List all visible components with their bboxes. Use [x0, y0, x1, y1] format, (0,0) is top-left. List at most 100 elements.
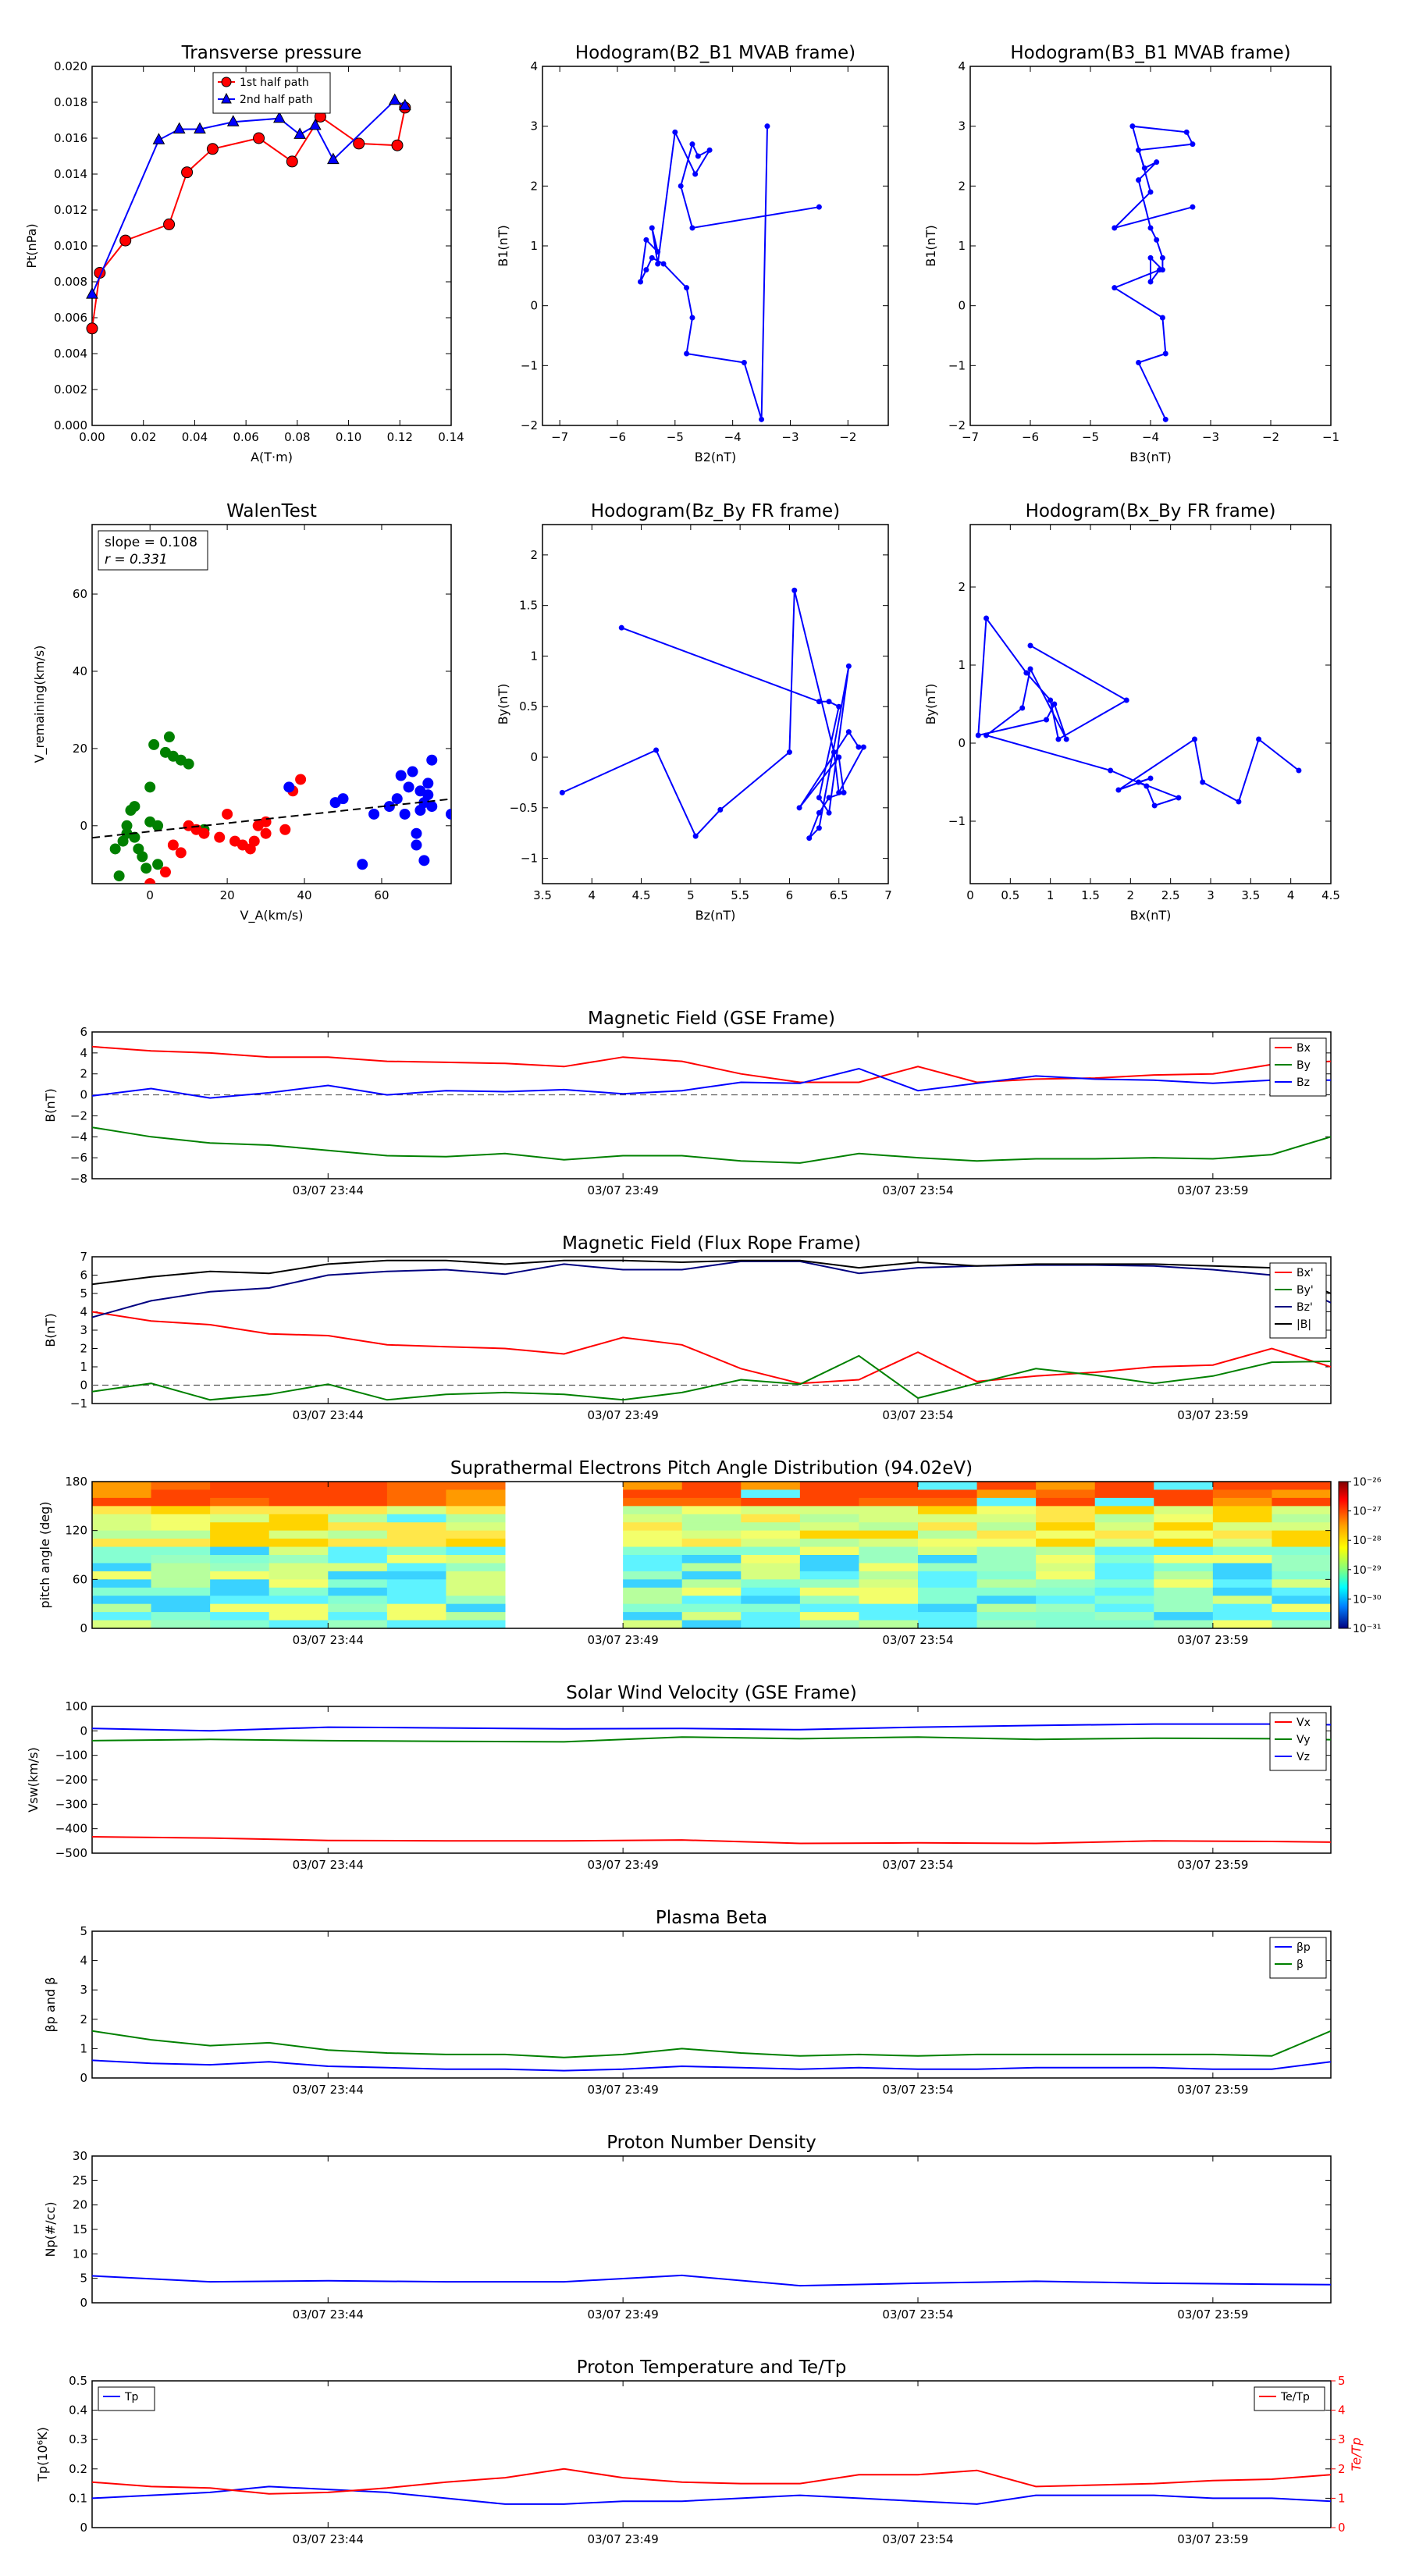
legend-label: Bz — [1297, 1076, 1310, 1089]
heatmap-cell — [446, 1497, 506, 1507]
data-point — [1147, 279, 1154, 285]
y-tick-label: 0.014 — [54, 167, 87, 181]
heatmap-cell — [151, 1546, 211, 1556]
x-tick-label: 0.08 — [284, 430, 310, 444]
heatmap-cell — [623, 1546, 683, 1556]
heatmap-cell — [859, 1497, 919, 1507]
heatmap-cell — [918, 1482, 978, 1490]
data-point — [845, 663, 852, 669]
heatmap-cell — [741, 1522, 801, 1532]
data-point — [295, 774, 307, 785]
heatmap-cell — [269, 1546, 329, 1556]
data-point — [1027, 642, 1033, 649]
y-tick-label: −1 — [70, 1397, 87, 1411]
data-point — [137, 851, 148, 863]
heatmap-cell — [1272, 1555, 1332, 1564]
heatmap-cell — [976, 1579, 1037, 1589]
heatmap-cell — [918, 1497, 978, 1507]
heatmap-cell — [1036, 1546, 1096, 1556]
heatmap-cell — [1036, 1514, 1096, 1523]
legend-label: βp — [1297, 1941, 1311, 1954]
data-point — [1256, 736, 1262, 742]
heatmap-cell — [918, 1539, 978, 1548]
data-point — [181, 166, 194, 179]
heatmap-cell — [799, 1563, 859, 1572]
data-point — [806, 835, 813, 841]
heatmap-cell — [681, 1514, 742, 1523]
heatmap-cell — [859, 1620, 919, 1629]
y-tick-label: −2 — [70, 1108, 87, 1123]
series-line — [92, 2485, 1331, 2505]
x-tick-label: 03/07 23:59 — [1177, 1408, 1248, 1422]
heatmap-cell — [681, 1522, 742, 1532]
series-line — [92, 1067, 1331, 1099]
heatmap-cell — [976, 1530, 1037, 1539]
heatmap-cell — [918, 1603, 978, 1613]
heatmap-cell — [1272, 1514, 1332, 1523]
legend-label: Te/Tp — [1280, 2391, 1310, 2403]
heatmap-cell — [1212, 1587, 1272, 1596]
heatmap-cell — [859, 1587, 919, 1596]
data-point — [144, 878, 156, 884]
heatmap-cell — [1094, 1482, 1154, 1490]
heatmap-cell — [799, 1497, 859, 1507]
heatmap-cell — [1094, 1620, 1154, 1629]
heatmap-cell — [1094, 1563, 1154, 1572]
heatmap-cell — [1036, 1612, 1096, 1621]
heatmap-cell — [976, 1497, 1037, 1507]
heatmap-cell — [976, 1587, 1037, 1596]
heatmap-cell — [681, 1482, 742, 1490]
x-tick-label: 03/07 23:44 — [293, 1858, 364, 1872]
heatmap-cell — [623, 1506, 683, 1515]
y-axis-label: Pt(nPa) — [24, 223, 39, 268]
heatmap-cell — [1036, 1489, 1096, 1499]
data-point — [422, 777, 434, 789]
data-point — [1154, 237, 1160, 243]
heatmap-cell — [799, 1612, 859, 1621]
data-point — [816, 809, 822, 816]
y-tick-label: −0.5 — [510, 801, 538, 815]
heatmap-cell — [799, 1514, 859, 1523]
heatmap-cell — [799, 1571, 859, 1580]
data-point — [1296, 767, 1302, 774]
heatmap-cell — [151, 1555, 211, 1564]
x-tick-label: 0.02 — [130, 430, 156, 444]
chart-title: Transverse pressure — [181, 43, 362, 63]
y-right-tick-label: 0 — [1338, 2521, 1346, 2535]
data-point — [214, 831, 226, 843]
chart-title: Hodogram(B2_B1 MVAB frame) — [575, 43, 855, 63]
heatmap-cell — [859, 1571, 919, 1580]
series-line — [639, 126, 820, 420]
heatmap-cell — [623, 1539, 683, 1548]
plot-frame — [91, 1930, 1332, 2079]
series-line — [92, 2059, 1331, 2072]
heatmap-cell — [859, 1563, 919, 1572]
y-tick-label: 30 — [73, 2149, 87, 2163]
heatmap-cell — [799, 1489, 859, 1499]
heatmap-cell — [918, 1546, 978, 1556]
heatmap-cell — [210, 1506, 270, 1515]
heatmap-cell — [92, 1587, 152, 1596]
heatmap-cell — [151, 1530, 211, 1539]
colorbar-label: 10⁻³⁰ — [1353, 1593, 1382, 1606]
heatmap-cell — [681, 1497, 742, 1507]
heatmap-cell — [799, 1620, 859, 1629]
y-tick-label: 1 — [80, 1360, 87, 1374]
heatmap-cell — [446, 1482, 506, 1490]
heatmap-cell — [859, 1539, 919, 1548]
heatmap-cell — [446, 1555, 506, 1564]
y-tick-label: 0.3 — [69, 2432, 87, 2446]
heatmap-cell — [623, 1563, 683, 1572]
heatmap-cell — [918, 1530, 978, 1539]
chart-title: Proton Number Density — [606, 2133, 816, 2153]
heatmap-cell — [210, 1530, 270, 1539]
y-tick-label: −2 — [521, 418, 538, 432]
x-tick-label: −6 — [1022, 430, 1039, 444]
heatmap-cell — [681, 1539, 742, 1548]
series-line — [92, 1260, 1331, 1318]
y-tick-label: 60 — [73, 587, 87, 601]
x-tick-label: 4 — [1287, 888, 1295, 902]
data-point — [426, 754, 438, 766]
data-point — [660, 261, 667, 267]
data-point — [836, 703, 842, 710]
